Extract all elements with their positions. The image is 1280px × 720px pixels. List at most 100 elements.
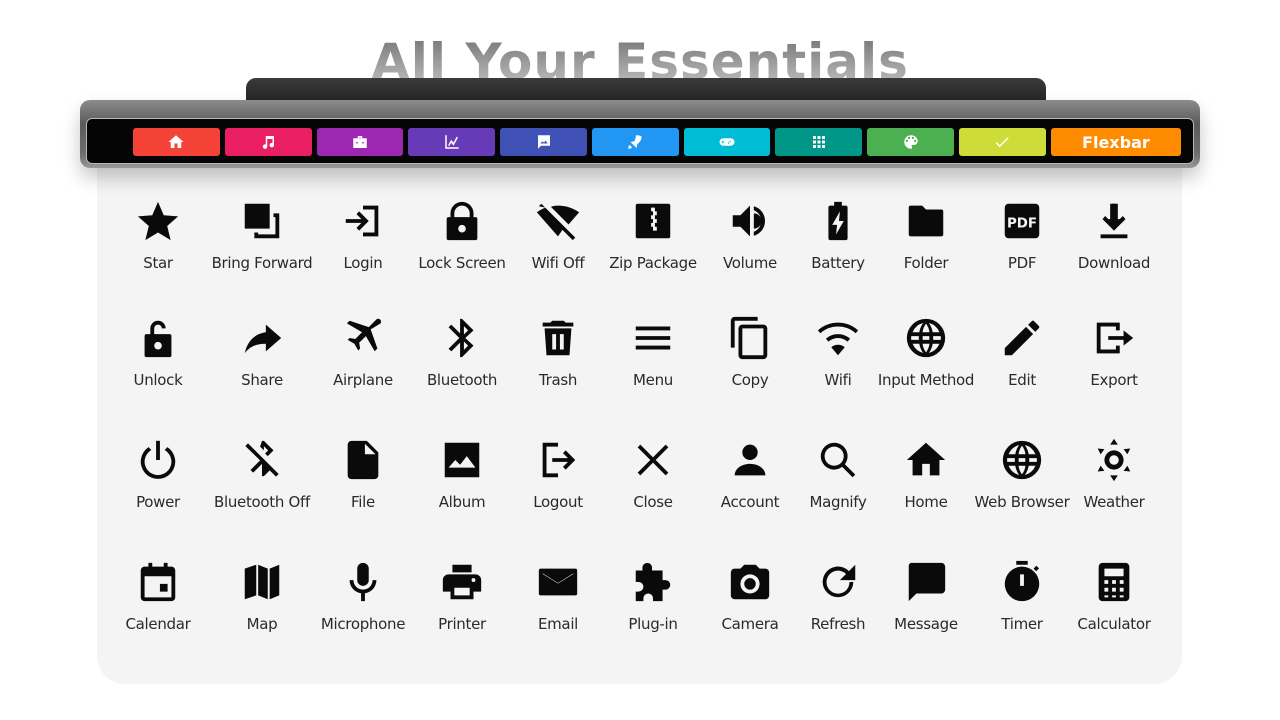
icon-label: Login — [343, 254, 383, 272]
tab-gamepad[interactable] — [683, 128, 771, 156]
icon-tile-bring-forward[interactable]: Bring Forward — [207, 198, 317, 272]
home-icon — [903, 437, 949, 483]
icon-tile-bluetooth-off[interactable]: Bluetooth Off — [207, 437, 317, 511]
icon-tile-file[interactable]: File — [308, 437, 418, 511]
icon-label: Logout — [533, 493, 583, 511]
icon-label: Zip Package — [609, 254, 697, 272]
file-icon — [340, 437, 386, 483]
icon-tile-email[interactable]: Email — [503, 559, 613, 633]
tab-rocket[interactable] — [591, 128, 679, 156]
lock-icon — [439, 198, 485, 244]
chart-line-icon — [443, 133, 461, 151]
tab-home[interactable] — [133, 128, 220, 156]
toolbox-icon — [351, 133, 369, 151]
icon-tile-folder[interactable]: Folder — [871, 198, 981, 272]
menu-icon — [630, 315, 676, 361]
airplane-icon — [340, 315, 386, 361]
microphone-icon — [340, 559, 386, 605]
tab-bar: Flexbar — [133, 128, 1181, 156]
icon-label: Map — [246, 615, 278, 633]
icon-label: Unlock — [133, 371, 183, 389]
icon-label: Plug-in — [628, 615, 678, 633]
share-icon — [239, 315, 285, 361]
tab-chart-line[interactable] — [408, 128, 496, 156]
icon-tile-star[interactable]: Star — [103, 198, 213, 272]
icon-tile-weather[interactable]: Weather — [1059, 437, 1169, 511]
email-icon — [535, 559, 581, 605]
icon-label: Input Method — [877, 371, 975, 389]
icon-label: Wifi Off — [531, 254, 585, 272]
close-icon — [630, 437, 676, 483]
icon-label: Email — [537, 615, 579, 633]
copy-icon — [727, 315, 773, 361]
login-icon — [340, 198, 386, 244]
map-icon — [239, 559, 285, 605]
icon-label: Microphone — [320, 615, 406, 633]
icon-tile-bluetooth[interactable]: Bluetooth — [407, 315, 517, 389]
icon-label: Menu — [633, 371, 673, 389]
icon-tile-logout[interactable]: Logout — [503, 437, 613, 511]
icon-tile-power[interactable]: Power — [103, 437, 213, 511]
folder-icon — [903, 198, 949, 244]
icon-label: Printer — [438, 615, 486, 633]
account-icon — [727, 437, 773, 483]
printer-icon — [439, 559, 485, 605]
icon-tile-printer[interactable]: Printer — [407, 559, 517, 633]
unlock-icon — [135, 315, 181, 361]
icon-tile-calendar[interactable]: Calendar — [103, 559, 213, 633]
bring-forward-icon — [239, 198, 285, 244]
tab-check[interactable] — [959, 128, 1046, 156]
icon-label: Home — [904, 493, 948, 511]
icon-label: Trash — [538, 371, 578, 389]
web-browser-icon — [999, 437, 1045, 483]
icon-tile-login[interactable]: Login — [308, 198, 418, 272]
icon-tile-download[interactable]: Download — [1059, 198, 1169, 272]
icon-tile-lock[interactable]: Lock Screen — [407, 198, 517, 272]
apps-grid-icon — [810, 133, 828, 151]
icon-label: Weather — [1083, 493, 1145, 511]
icon-tile-message[interactable]: Message — [871, 559, 981, 633]
palette-icon — [902, 133, 920, 151]
input-method-icon — [903, 315, 949, 361]
tab-palette[interactable] — [867, 128, 955, 156]
wifi-icon — [815, 315, 861, 361]
icon-tile-export[interactable]: Export — [1059, 315, 1169, 389]
icon-tile-close[interactable]: Close — [598, 437, 708, 511]
icon-label: File — [351, 493, 375, 511]
tab-label: Flexbar — [1082, 132, 1150, 152]
icon-label: Folder — [903, 254, 949, 272]
icon-tile-album[interactable]: Album — [407, 437, 517, 511]
zip-package-icon — [630, 198, 676, 244]
icon-label: Album — [438, 493, 486, 511]
tab-apps-grid[interactable] — [775, 128, 863, 156]
download-icon — [1091, 198, 1137, 244]
icon-tile-menu[interactable]: Menu — [598, 315, 708, 389]
music-note-icon — [259, 133, 277, 151]
icon-tile-microphone[interactable]: Microphone — [308, 559, 418, 633]
icon-tile-zip-package[interactable]: Zip Package — [598, 198, 708, 272]
icon-tile-airplane[interactable]: Airplane — [308, 315, 418, 389]
icon-tile-home[interactable]: Home — [871, 437, 981, 511]
weather-icon — [1091, 437, 1137, 483]
refresh-icon — [815, 559, 861, 605]
icon-tile-input-method[interactable]: Input Method — [871, 315, 981, 389]
message-icon — [903, 559, 949, 605]
icon-tile-share[interactable]: Share — [207, 315, 317, 389]
icon-tile-wifi-off[interactable]: Wifi Off — [503, 198, 613, 272]
tab-flexbar[interactable]: Flexbar — [1050, 128, 1181, 156]
icon-tile-calculator[interactable]: Calculator — [1059, 559, 1169, 633]
icon-tile-trash[interactable]: Trash — [503, 315, 613, 389]
icon-tile-plug-in[interactable]: Plug-in — [598, 559, 708, 633]
tab-image-message[interactable] — [500, 128, 587, 156]
tab-music-note[interactable] — [224, 128, 312, 156]
camera-icon — [727, 559, 773, 605]
album-icon — [439, 437, 485, 483]
tab-toolbox[interactable] — [316, 128, 404, 156]
icon-tile-map[interactable]: Map — [207, 559, 317, 633]
power-icon — [135, 437, 181, 483]
calendar-icon — [135, 559, 181, 605]
magnify-icon — [815, 437, 861, 483]
timer-icon — [999, 559, 1045, 605]
icon-label: Export — [1090, 371, 1138, 389]
icon-tile-unlock[interactable]: Unlock — [103, 315, 213, 389]
